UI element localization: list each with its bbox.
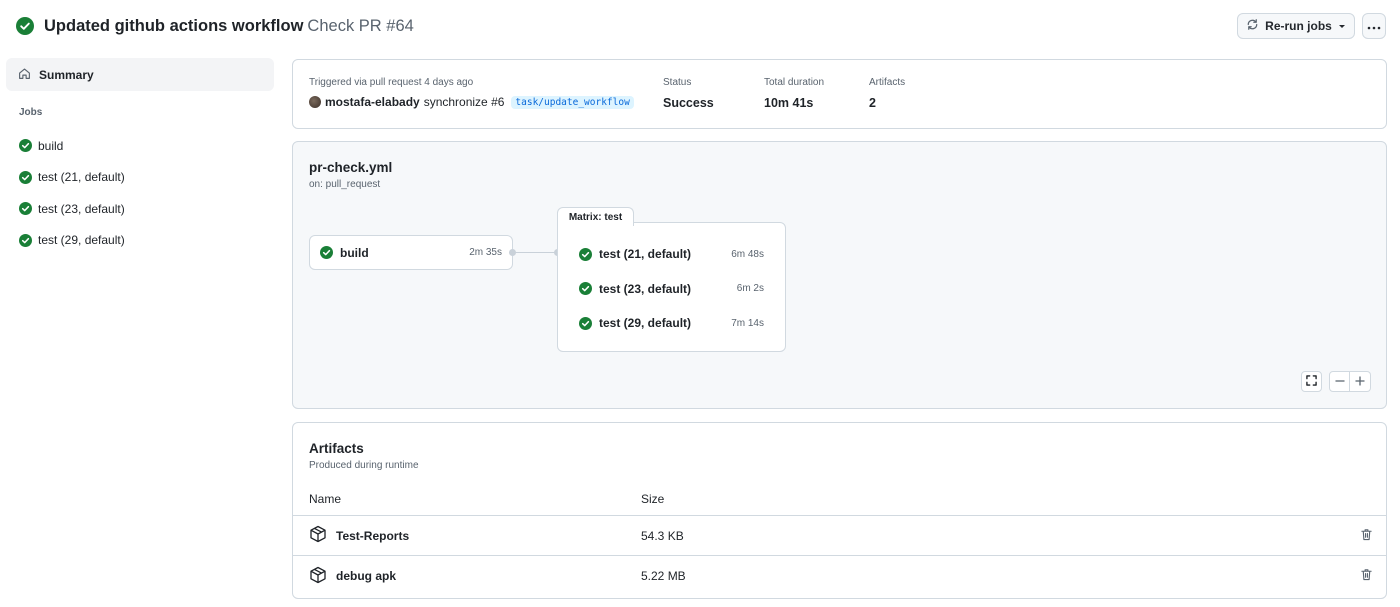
check-circle-icon <box>16 17 34 35</box>
delete-artifact-button[interactable] <box>1346 568 1386 584</box>
job-name: test (21, default) <box>599 247 692 262</box>
artifacts-table-header: Name Size <box>293 483 1386 516</box>
page-subtitle: Check PR #64 <box>307 16 414 35</box>
event-text: synchronize #6 <box>423 95 505 109</box>
page-header: Updated github actions workflow Check PR… <box>16 12 1386 40</box>
check-circle-icon <box>19 233 32 247</box>
sidebar-job-label: build <box>38 138 64 153</box>
job-name: test (29, default) <box>599 316 692 331</box>
artifacts-count-block: Artifacts 2 <box>869 77 905 110</box>
branch-label[interactable]: task/update_workflow <box>511 95 634 109</box>
workflow-graph-panel: pr-check.yml on: pull_request build 2m 3… <box>292 141 1387 409</box>
sidebar-job-test-29[interactable]: test (29, default) <box>6 225 274 257</box>
job-name: test (23, default) <box>599 281 692 296</box>
table-row: Test-Reports 54.3 KB <box>293 516 1386 556</box>
sidebar-job-label: test (21, default) <box>38 170 125 185</box>
zoom-in-button[interactable] <box>1350 371 1371 392</box>
column-header-name: Name <box>309 492 342 506</box>
more-options-button[interactable] <box>1362 13 1386 39</box>
graph-connector <box>513 252 557 253</box>
check-circle-icon <box>579 282 592 296</box>
rerun-jobs-label: Re-run jobs <box>1265 19 1332 33</box>
run-summary-panel: Triggered via pull request 4 days ago mo… <box>292 59 1387 129</box>
avatar[interactable] <box>309 96 321 108</box>
duration-label: Total duration <box>764 77 825 88</box>
matrix-label: Matrix: test <box>557 207 634 226</box>
graph-job-test-21[interactable]: test (21, default) 6m 48s <box>558 237 785 272</box>
graph-zoom-controls <box>1301 371 1371 392</box>
connector-dot <box>509 249 516 256</box>
artifact-size: 54.3 KB <box>641 528 684 543</box>
sidebar-item-summary[interactable]: Summary <box>6 58 274 91</box>
sidebar-job-test-23[interactable]: test (23, default) <box>6 193 274 225</box>
trash-icon <box>1360 568 1373 584</box>
job-duration: 6m 48s <box>731 248 764 260</box>
package-icon <box>309 525 327 546</box>
sidebar-job-label: test (29, default) <box>38 233 125 248</box>
check-circle-icon <box>19 139 32 153</box>
trigger-row: mostafa-elabady synchronize #6 task/upda… <box>309 95 634 109</box>
home-icon <box>18 67 31 83</box>
sidebar: Summary Jobs build test (21, default) te… <box>6 58 274 256</box>
page-title: Updated github actions workflow <box>44 16 304 35</box>
matrix-group: test (21, default) 6m 48s test (23, defa… <box>557 222 786 352</box>
status-value: Success <box>663 96 714 110</box>
kebab-horizontal-icon <box>1367 19 1381 33</box>
rerun-jobs-button[interactable]: Re-run jobs <box>1237 13 1355 39</box>
status-block: Status Success <box>663 77 714 110</box>
sidebar-job-build[interactable]: build <box>6 130 274 162</box>
fullscreen-button[interactable] <box>1301 371 1322 392</box>
artifacts-count[interactable]: 2 <box>869 96 905 110</box>
job-duration: 6m 2s <box>736 283 764 295</box>
sync-icon <box>1246 18 1259 34</box>
job-duration: 2m 35s <box>469 247 502 258</box>
check-circle-icon <box>579 247 592 261</box>
trash-icon <box>1360 528 1373 544</box>
artifact-name-cell: Test-Reports <box>293 525 641 546</box>
triggered-text: Triggered via pull request 4 days ago <box>309 77 474 88</box>
sidebar-job-label: test (23, default) <box>38 201 125 216</box>
check-circle-icon <box>19 170 32 184</box>
sidebar-job-test-21[interactable]: test (21, default) <box>6 162 274 194</box>
job-name: build <box>340 245 369 260</box>
table-row: debug apk 5.22 MB <box>293 556 1386 596</box>
delete-artifact-button[interactable] <box>1346 528 1386 544</box>
graph-job-test-29[interactable]: test (29, default) 7m 14s <box>558 306 785 341</box>
trigger-info: Triggered via pull request 4 days ago mo… <box>309 77 634 109</box>
column-header-size: Size <box>641 492 665 506</box>
job-duration: 7m 14s <box>731 317 764 329</box>
artifacts-subtitle: Produced during runtime <box>309 460 419 471</box>
screen-full-icon <box>1306 374 1317 389</box>
jobs-heading: Jobs <box>19 107 43 118</box>
graph-job-build[interactable]: build 2m 35s <box>309 235 513 270</box>
artifact-name-cell: debug apk <box>293 566 641 587</box>
artifacts-panel: Artifacts Produced during runtime Name S… <box>292 422 1387 599</box>
sidebar-item-label: Summary <box>39 67 94 82</box>
workflow-file-name[interactable]: pr-check.yml <box>309 160 392 175</box>
jobs-list: build test (21, default) test (23, defau… <box>6 130 274 256</box>
plus-icon <box>1355 375 1365 389</box>
artifact-size: 5.22 MB <box>641 569 686 583</box>
header-actions: Re-run jobs <box>1237 13 1386 39</box>
artifacts-table: Name Size Test-Reports 54.3 KB debug apk… <box>293 483 1386 596</box>
caret-down-icon <box>1338 19 1346 33</box>
actor-link[interactable]: mostafa-elabady <box>325 95 420 109</box>
check-circle-icon <box>579 316 592 330</box>
artifact-download-link[interactable]: Test-Reports <box>336 529 409 543</box>
package-icon <box>309 566 327 587</box>
dash-icon <box>1334 375 1345 389</box>
graph-job-test-23[interactable]: test (23, default) 6m 2s <box>558 272 785 307</box>
duration-block: Total duration 10m 41s <box>764 77 824 110</box>
zoom-group <box>1329 371 1371 392</box>
artifact-download-link[interactable]: debug apk <box>336 569 396 583</box>
workflow-trigger: on: pull_request <box>309 179 381 190</box>
check-circle-icon <box>19 202 32 216</box>
duration-value: 10m 41s <box>764 96 814 110</box>
artifacts-title: Artifacts <box>309 441 364 456</box>
check-circle-icon <box>320 246 333 259</box>
zoom-out-button[interactable] <box>1329 371 1350 392</box>
status-label: Status <box>663 77 692 88</box>
artifacts-label: Artifacts <box>869 77 906 88</box>
